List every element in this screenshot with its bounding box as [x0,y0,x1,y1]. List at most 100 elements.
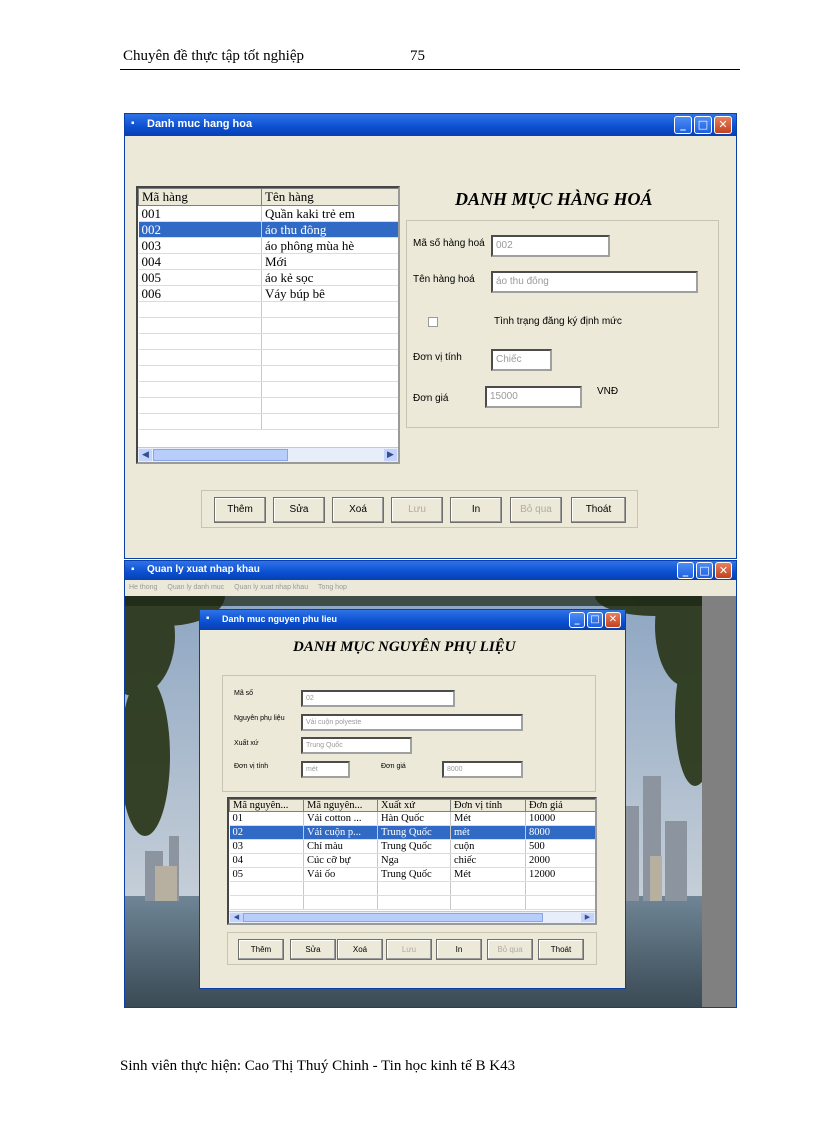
cell-ma-nguyen-2: Vải cotton ... [303,811,378,826]
bo-qua-button[interactable]: Bỏ qua [510,497,562,523]
close-icon[interactable]: ✕ [714,116,732,134]
minimize-icon[interactable]: _ [674,116,692,134]
column-header-ma-nguyen-1[interactable]: Mã nguyên... [229,799,304,812]
checkbox-dinh-muc-label: Tình trạng đăng ký định mức [494,316,622,327]
table-row[interactable] [138,333,398,350]
ma-so-field[interactable]: 002 [491,235,610,257]
table-row[interactable] [138,349,398,366]
cell-ten-hang: áo phông mùa hè [261,237,398,254]
scroll-thumb[interactable] [153,449,288,461]
window-titlebar[interactable]: ▪ Quan ly xuat nhap khau _ □ ✕ [125,561,736,580]
them-button[interactable]: Thêm [214,497,266,523]
menu-quan-ly-danh-muc[interactable]: Quan ly danh muc [167,584,224,591]
products-grid[interactable]: Mã hàng Tên hàng 001 Quần kaki trẻ em 002 á… [136,186,400,464]
in-button[interactable]: In [436,939,482,960]
cell-don-gia: 12000 [525,867,595,882]
don-vi-field[interactable]: Chiếc [491,349,552,371]
table-row[interactable] [229,895,595,910]
menu-tong-hop[interactable]: Tong hop [318,584,347,591]
maximize-icon[interactable]: □ [694,116,712,134]
menu-quan-ly-xnk[interactable]: Quan ly xuat nhap khau [234,584,308,591]
table-row[interactable]: 006 Váy búp bê [138,285,398,302]
cell-ten-hang [261,413,398,430]
table-row[interactable]: 01 Vải cotton ... Hàn Quốc Mét 10000 [229,811,595,826]
column-header-ma-hang[interactable]: Mã hàng [138,188,262,206]
nguyen-phu-lieu-label: Nguyên phụ liệu [234,715,285,722]
table-row[interactable]: 05 Vải ốo Trung Quốc Mét 12000 [229,867,595,882]
table-row[interactable] [138,397,398,414]
luu-button[interactable]: Lưu [391,497,443,523]
window-danh-muc-nguyen-phu-lieu: ▪ Danh muc nguyen phu lieu _ □ ✕ DANH MỤ… [199,609,626,989]
scroll-left-icon[interactable]: ◀ [139,449,152,461]
xuat-xu-field[interactable]: Trung Quốc [301,737,412,754]
xoa-button[interactable]: Xoá [332,497,384,523]
table-row[interactable] [138,301,398,318]
table-row[interactable] [138,381,398,398]
sua-button[interactable]: Sửa [273,497,325,523]
table-row[interactable] [229,881,595,896]
table-row[interactable]: 004 Mới [138,253,398,270]
ma-so-field[interactable]: 02 [301,690,455,707]
thoat-button[interactable]: Thoát [571,497,626,523]
maximize-icon[interactable]: □ [696,562,713,579]
window-titlebar[interactable]: ▪ Danh muc hang hoa _ □ ✕ [125,114,736,136]
xuat-xu-label: Xuất xứ [234,740,259,747]
cell-xuat-xu: Hàn Quốc [377,811,451,826]
table-row[interactable]: 002 áo thu đông [138,221,398,238]
don-vi-label: Đơn vị tính [413,352,462,363]
ten-hang-field[interactable]: áo thu đông [491,271,698,293]
scroll-right-icon[interactable]: ▶ [581,913,594,922]
column-header-ma-nguyen-2[interactable]: Mã nguyên... [303,799,378,812]
scroll-left-icon[interactable]: ◀ [230,913,243,922]
minimize-icon[interactable]: _ [569,612,585,628]
xoa-button[interactable]: Xoá [337,939,383,960]
don-gia-field[interactable]: 8000 [442,761,523,778]
close-icon[interactable]: ✕ [605,612,621,628]
column-header-don-gia[interactable]: Đơn giá [525,799,595,812]
cell-ma-hang [138,413,262,430]
cell-xuat-xu: Trung Quốc [377,839,451,854]
table-header-row: Mã hàng Tên hàng [138,188,398,206]
cell-xuat-xu [377,881,451,896]
column-header-xuat-xu[interactable]: Xuất xứ [377,799,451,812]
column-header-ten-hang[interactable]: Tên hàng [261,188,398,206]
table-row[interactable]: 005 áo kẻ sọc [138,269,398,286]
horizontal-scrollbar[interactable]: ◀ ▶ [138,447,398,462]
materials-grid[interactable]: Mã nguyên... Mã nguyên... Xuất xứ Đơn vị… [227,797,597,925]
table-row[interactable] [138,317,398,334]
cell-ten-hang [261,349,398,366]
bo-qua-button[interactable]: Bỏ qua [487,939,533,960]
in-button[interactable]: In [450,497,502,523]
window-titlebar[interactable]: ▪ Danh muc nguyen phu lieu _ □ ✕ [200,610,625,630]
nguyen-phu-lieu-field[interactable]: Vải cuộn polyeste [301,714,523,731]
table-row[interactable] [138,413,398,430]
cell-don-vi-tinh: mét [450,825,526,840]
horizontal-scrollbar[interactable]: ◀ ▶ [229,911,595,923]
them-button[interactable]: Thêm [238,939,284,960]
cell-ma-nguyen-1 [229,895,304,910]
maximize-icon[interactable]: □ [587,612,603,628]
menu-he-thong[interactable]: He thong [129,584,157,591]
don-gia-label: Đơn giá [413,393,449,404]
cell-don-gia: 10000 [525,811,595,826]
table-row[interactable]: 03 Chỉ màu Trung Quốc cuộn 500 [229,839,595,854]
scroll-right-icon[interactable]: ▶ [384,449,397,461]
cell-don-vi-tinh [450,895,526,910]
table-row[interactable]: 04 Cúc cỡ bự Nga chiếc 2000 [229,853,595,868]
scroll-thumb[interactable] [243,913,543,922]
sua-button[interactable]: Sửa [290,939,336,960]
close-icon[interactable]: ✕ [715,562,732,579]
table-row[interactable]: 001 Quần kaki trẻ em [138,205,398,222]
don-gia-field[interactable]: 15000 [485,386,582,408]
column-header-don-vi-tinh[interactable]: Đơn vị tính [450,799,526,812]
thoat-button[interactable]: Thoát [538,939,584,960]
don-vi-field[interactable]: mét [301,761,350,778]
table-row[interactable]: 003 áo phông mùa hè [138,237,398,254]
minimize-icon[interactable]: _ [677,562,694,579]
cell-xuat-xu: Nga [377,853,451,868]
table-row[interactable] [138,365,398,382]
checkbox-dinh-muc[interactable] [428,317,438,327]
table-row[interactable]: 02 Vải cuộn p... Trung Quốc mét 8000 [229,825,595,840]
luu-button[interactable]: Lưu [386,939,432,960]
cell-ten-hang [261,301,398,318]
